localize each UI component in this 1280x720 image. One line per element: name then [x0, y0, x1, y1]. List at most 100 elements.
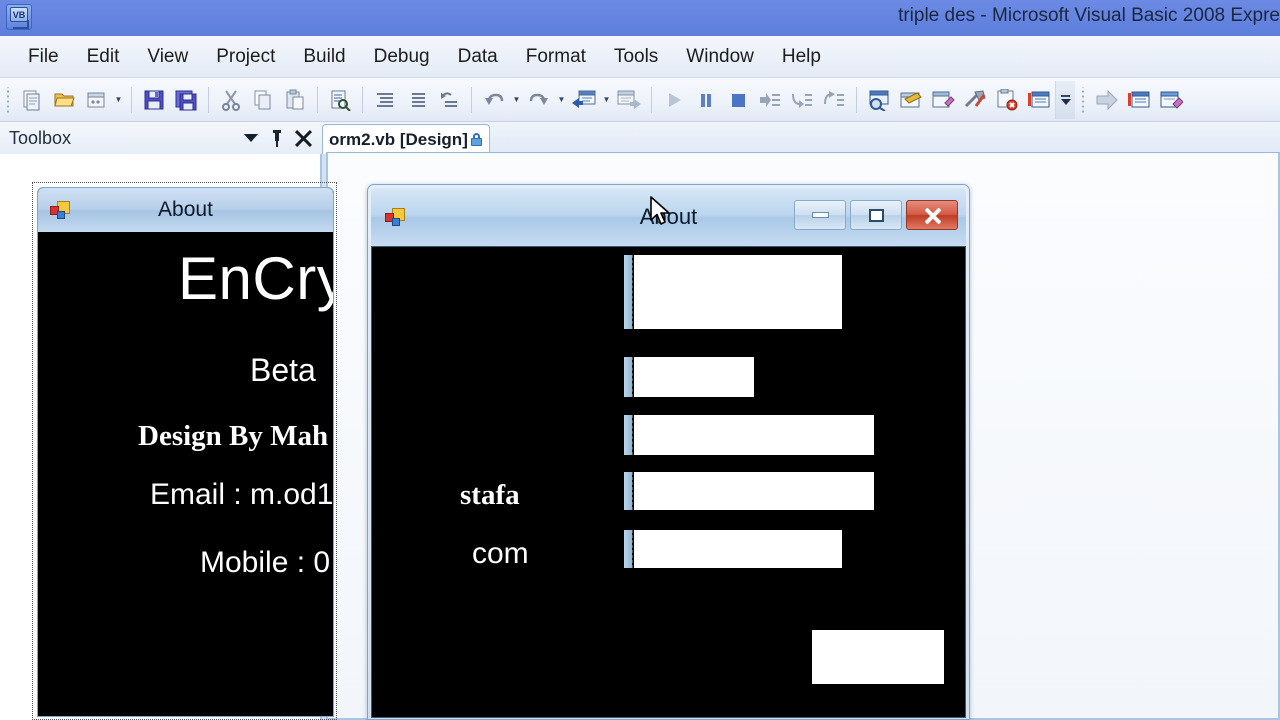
redaction-block-title [624, 255, 842, 329]
undo-history-icon[interactable] [434, 85, 464, 115]
menu-item-window[interactable]: Window [672, 44, 768, 70]
redaction-block-designer [624, 415, 874, 455]
block-left-handle [624, 255, 632, 329]
output-window-icon[interactable] [1024, 85, 1054, 115]
overflow-chevron-icon [1060, 98, 1071, 105]
menu-item-help[interactable]: Help [768, 44, 835, 70]
pin-icon [270, 129, 284, 147]
toolbar-separator [651, 86, 652, 113]
navigate-forward-icon[interactable] [614, 85, 644, 115]
stop-icon[interactable] [723, 85, 753, 115]
navigate-backward-icon[interactable] [569, 85, 599, 115]
error-list-icon[interactable] [992, 85, 1022, 115]
redaction-block-mobile [624, 530, 842, 568]
undo-dropdown-arrow[interactable]: ▼ [510, 85, 523, 115]
document-tab-label: orm2.vb [Design] [329, 129, 468, 149]
new-file-icon[interactable] [17, 85, 47, 115]
toolbar-grip-2[interactable] [1079, 86, 1088, 113]
maximize-icon [868, 208, 884, 222]
toolbar-grip[interactable] [4, 86, 13, 113]
window-position-dropdown-button[interactable] [238, 126, 264, 150]
start-debugging-icon[interactable] [659, 85, 689, 115]
application-titlebar[interactable]: VB triple des - Microsoft Visual Basic 2… [0, 0, 1280, 36]
navigate-back-dropdown-arrow[interactable]: ▼ [600, 85, 613, 115]
lock-icon [470, 133, 482, 146]
toolbar-separator [317, 86, 318, 113]
vb-app-icon[interactable]: VB [6, 4, 32, 30]
task-list-icon[interactable] [1124, 85, 1154, 115]
vb-icon-arrow [13, 20, 29, 29]
minimize-icon [811, 212, 829, 218]
text-fragment-com: com [472, 537, 529, 570]
block-left-handle [624, 530, 632, 568]
step-into-icon[interactable] [755, 85, 785, 115]
step-over-icon[interactable] [787, 85, 817, 115]
undo-icon[interactable] [479, 85, 509, 115]
running-form-body: stafa com [371, 246, 966, 718]
toolbar-separator [471, 86, 472, 113]
open-folder-icon[interactable] [49, 85, 79, 115]
properties-window-icon[interactable] [896, 85, 926, 115]
menu-item-view[interactable]: View [133, 44, 202, 70]
add-new-item-icon[interactable] [81, 85, 111, 115]
caption-button-group [790, 200, 958, 230]
block-left-dash [632, 255, 633, 329]
step-out-icon[interactable] [819, 85, 849, 115]
menu-item-format[interactable]: Format [512, 44, 600, 70]
object-browser-icon[interactable] [928, 85, 958, 115]
cut-icon[interactable] [216, 85, 246, 115]
menu-item-build[interactable]: Build [289, 44, 359, 70]
toolbar-separator [208, 86, 209, 113]
auto-hide-pin-button[interactable] [264, 126, 290, 150]
menu-item-data[interactable]: Data [444, 44, 512, 70]
copy-icon[interactable] [248, 85, 278, 115]
menu-item-tools[interactable]: Tools [600, 44, 672, 70]
add-item-dropdown-arrow[interactable]: ▼ [112, 85, 125, 115]
save-icon[interactable] [139, 85, 169, 115]
menu-item-file[interactable]: File [14, 44, 73, 70]
block-left-handle [624, 415, 632, 455]
design-form-body: EnCry Beta Design By Mah Email : m.od1 M… [38, 232, 333, 716]
redo-icon[interactable] [524, 85, 554, 115]
solution-explorer-icon[interactable] [864, 85, 894, 115]
uncomment-lines-icon[interactable] [402, 85, 432, 115]
close-icon [924, 207, 941, 224]
close-panel-button[interactable] [290, 126, 316, 150]
redo-dropdown-arrow[interactable]: ▼ [555, 85, 568, 115]
toolbox-panel-icon[interactable] [1156, 85, 1186, 115]
menu-item-project[interactable]: Project [202, 44, 289, 70]
label-version: Beta [250, 352, 316, 388]
label-designer: Design By Mah [138, 420, 329, 452]
document-tabstrip: orm2.vb [Design] [322, 122, 1280, 154]
goto-icon[interactable] [1092, 85, 1122, 115]
minimize-button[interactable] [794, 200, 846, 230]
comment-lines-icon[interactable] [370, 85, 400, 115]
toolbox-panel-header: Toolbox [0, 122, 322, 154]
menu-item-debug[interactable]: Debug [360, 44, 444, 70]
paste-icon[interactable] [280, 85, 310, 115]
mouse-pointer [650, 196, 674, 230]
toolbar-separator [131, 86, 132, 113]
standard-toolbar: ▼ ▼ ▼ ▼ [0, 78, 1280, 122]
toolbar-separator [362, 86, 363, 113]
find-in-files-icon[interactable] [325, 85, 355, 115]
redaction-block-email [624, 472, 874, 510]
toolbox-icon[interactable] [960, 85, 990, 115]
running-about-window[interactable]: About stafa com [367, 184, 970, 720]
block-left-dash [632, 530, 633, 568]
label-mobile: Mobile : 0 [200, 546, 331, 579]
toolbar-overflow-button[interactable] [1055, 80, 1075, 119]
design-form-titlebar: About [38, 188, 333, 232]
window-title: triple des - Microsoft Visual Basic 2008… [898, 5, 1280, 26]
design-form-selection[interactable]: About EnCry Beta Design By Mah Email : m… [32, 182, 337, 720]
save-all-icon[interactable] [171, 85, 201, 115]
pause-icon[interactable] [691, 85, 721, 115]
design-form-window[interactable]: About EnCry Beta Design By Mah Email : m… [37, 187, 334, 717]
text-fragment-stafa: stafa [460, 479, 520, 511]
menu-item-edit[interactable]: Edit [73, 44, 134, 70]
chevron-down-icon [244, 134, 258, 142]
close-button[interactable] [906, 200, 958, 230]
document-tab-form2-design[interactable]: orm2.vb [Design] [322, 124, 490, 154]
close-icon [294, 129, 312, 147]
maximize-button[interactable] [850, 200, 902, 230]
